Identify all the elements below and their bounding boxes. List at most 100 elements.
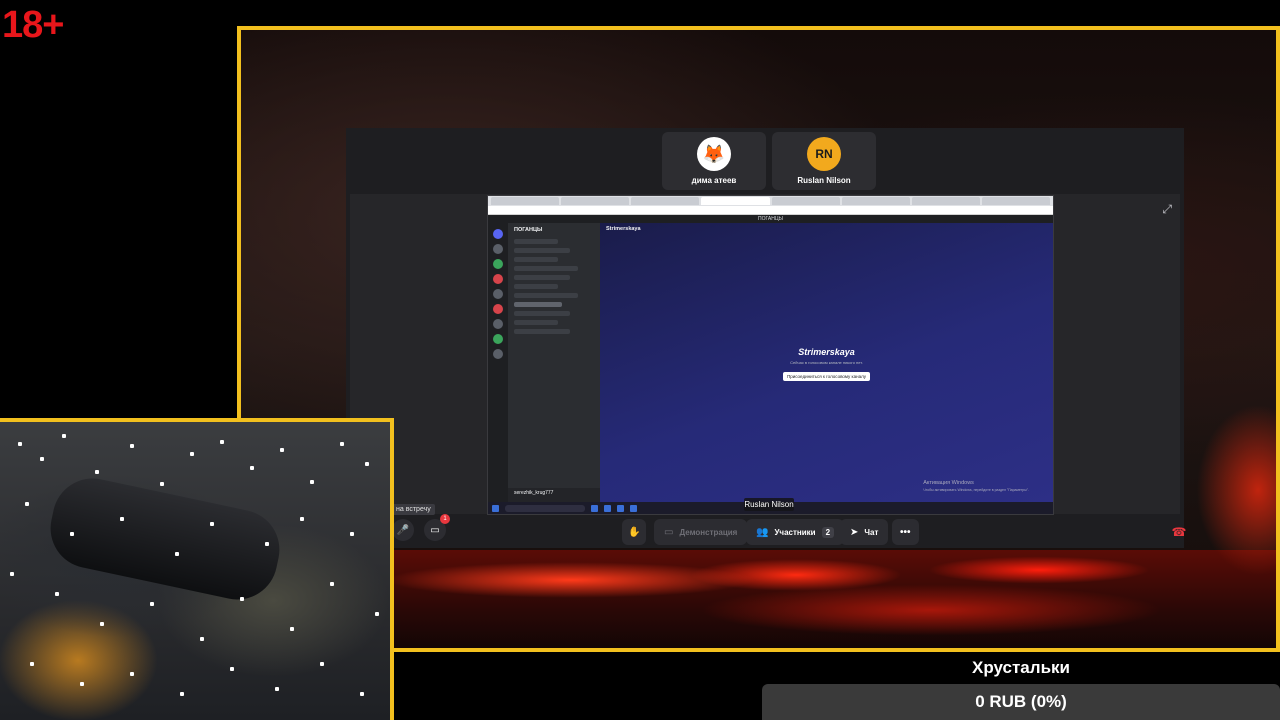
send-icon: ➤: [850, 526, 859, 538]
donation-goal-title: Хрустальки: [972, 658, 1070, 677]
browser-tab: [911, 197, 980, 205]
snow-particle: [310, 480, 314, 484]
phone-hangup-icon[interactable]: ☎: [1168, 521, 1190, 543]
snow-particle: [175, 552, 179, 556]
camera-off-icon[interactable]: ▭ 1: [424, 514, 450, 541]
discord-channel-row: [514, 329, 570, 334]
more-button[interactable]: •••: [892, 519, 919, 545]
conference-window: 🦊 дима атеев RN Ruslan Nilson ⤢ ПОГАНЦЫ: [346, 128, 1184, 548]
fox-icon: 🦊: [697, 137, 731, 171]
snow-particle: [340, 442, 344, 446]
activation-line: Активация Windows: [923, 480, 974, 486]
discord-channel-row: [514, 275, 570, 280]
browser-tab: [841, 197, 910, 205]
participant-name: Ruslan Nilson: [797, 176, 851, 185]
snow-particle: [360, 692, 364, 696]
snow-particle: [190, 452, 194, 456]
people-icon: 👥: [756, 526, 769, 538]
browser-tab: [631, 197, 700, 205]
snow-particle: [240, 597, 244, 601]
snow-particle: [230, 667, 234, 671]
discord-server-icon: [493, 229, 503, 239]
chat-label: Чат: [864, 527, 879, 537]
snow-particle: [220, 440, 224, 444]
windows-activation-watermark: Активация Windows Чтобы активировать Win…: [923, 480, 1029, 494]
discord-user-panel: serezhik_krug777: [508, 488, 600, 502]
discord-channel-row: [514, 293, 578, 298]
snow-particle: [250, 466, 254, 470]
snow-particle: [320, 662, 324, 666]
discord-guild-name: ПОГАНЦЫ: [514, 227, 543, 233]
discord-server-icon: [493, 304, 503, 314]
participants-label: Участники: [774, 527, 816, 537]
discord-channel-row: [514, 248, 570, 253]
microphone-icon[interactable]: 🎤: [392, 519, 414, 541]
raise-hand-button[interactable]: ✋: [622, 519, 647, 545]
snow-particle: [70, 532, 74, 536]
participants-button[interactable]: 👥 Участники 2: [746, 519, 845, 545]
discord-voice-view: Strimerskaya Strimerskaya Сейчас в голос…: [600, 223, 1053, 502]
expand-icon[interactable]: ⤢: [1162, 202, 1172, 217]
snow-particle: [290, 627, 294, 631]
discord-title-bar: ПОГАНЦЫ: [488, 215, 1053, 223]
snow-particle: [100, 622, 104, 626]
snow-particle: [180, 692, 184, 696]
taskbar-app-icon: [617, 504, 624, 512]
snow-particle: [210, 522, 214, 526]
discord-channel-row: [514, 257, 558, 262]
participant-tiles: 🦊 дима атеев RN Ruslan Nilson: [662, 132, 876, 190]
discord-voice-empty-state: Strimerskaya Сейчас в голосовом канале н…: [600, 347, 1053, 383]
screen-share-button[interactable]: ▭ Демонстрация: [654, 519, 748, 545]
discord-server-icon: [493, 244, 503, 254]
screen-share-label: Демонстрация: [679, 527, 738, 537]
discord-server-icon: [493, 289, 503, 299]
discord-server-icon: [493, 259, 503, 269]
discord-server-list: [488, 223, 508, 502]
taskbar-search: [505, 504, 585, 512]
participants-count: 2: [821, 526, 835, 538]
windows-start-icon: [492, 504, 499, 512]
avatar: RN: [807, 137, 841, 171]
join-tooltip: на встречу: [392, 504, 435, 515]
taskbar-app-icon: [591, 504, 598, 512]
discord-server-icon: [493, 334, 503, 344]
discord-voice-subtitle: Сейчас в голосовом канале никого нет.: [790, 360, 863, 365]
participant-tile[interactable]: 🦊 дима атеев: [662, 132, 766, 190]
shared-screen: ПОГАНЦЫ ПОГАНЦЫ serezhik_krug777 Strimer…: [487, 195, 1054, 515]
discord-channel-list: ПОГАНЦЫ serezhik_krug777: [508, 223, 600, 502]
snow-particle: [275, 687, 279, 691]
snow-particle: [300, 517, 304, 521]
participant-tile[interactable]: RN Ruslan Nilson: [772, 132, 876, 190]
snow-particle: [265, 542, 269, 546]
hand-icon: ✋: [628, 526, 641, 538]
discord-channel-row: [514, 239, 558, 244]
snow-particle: [40, 457, 44, 461]
browser-tab: [771, 197, 840, 205]
snow-particle: [30, 662, 34, 666]
snow-particle: [62, 434, 66, 438]
snow-particle: [375, 612, 379, 616]
conference-control-bar: 🎤 ▭ 1 ✋ ▭ Демонстрация 👥 Участники 2 ➤ Ча…: [392, 514, 1192, 547]
screen-share-icon: ▭: [664, 526, 674, 538]
snow-particle: [95, 470, 99, 474]
media-controls: 🎤 ▭ 1: [392, 514, 450, 541]
participant-name: дима атеев: [691, 176, 737, 185]
snow-particle: [280, 448, 284, 452]
discord-channel-row: [514, 311, 570, 316]
discord-server-icon: [493, 274, 503, 284]
discord-channel-row: [514, 284, 558, 289]
chat-button[interactable]: ➤ Чат: [840, 519, 889, 545]
active-speaker-label: Ruslan Nilson: [744, 498, 794, 511]
discord-join-voice-button: Присоединиться к голосовому каналу: [782, 372, 870, 381]
browser-tab: [491, 197, 560, 205]
microphone-image: [43, 471, 287, 607]
snow-particle: [18, 442, 22, 446]
discord-channel-row: [514, 266, 578, 271]
snow-particle: [130, 672, 134, 676]
snow-particle: [350, 532, 354, 536]
discord-channel-row: [514, 320, 558, 325]
snow-particle: [120, 517, 124, 521]
browser-tab: [701, 197, 770, 205]
discord-body: ПОГАНЦЫ serezhik_krug777 Strimerskaya St…: [488, 223, 1053, 502]
discord-voice-title: Strimerskaya: [798, 347, 855, 357]
